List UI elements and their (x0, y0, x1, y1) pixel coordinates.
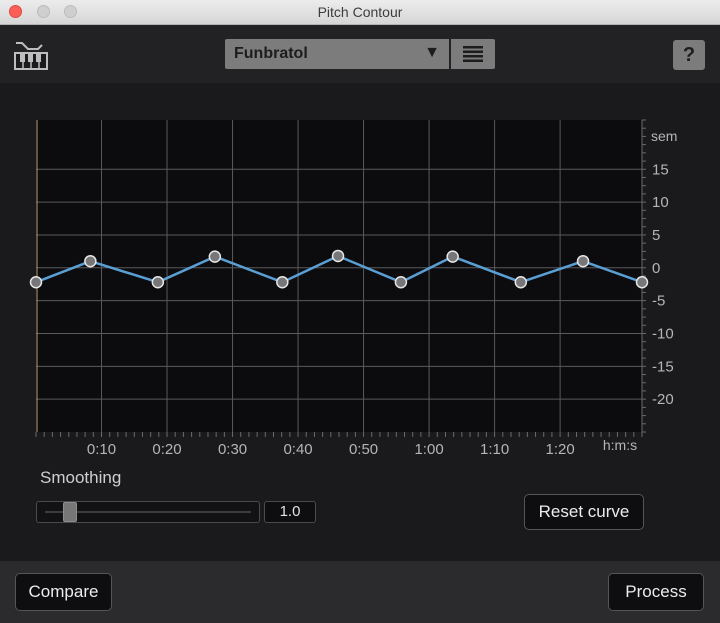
preset-menu-button[interactable] (451, 39, 495, 69)
curve-control-point[interactable] (276, 275, 289, 289)
x-tick-label: 0:20 (152, 441, 181, 458)
y-tick-label: 10 (652, 194, 669, 211)
curve-control-point[interactable] (576, 254, 590, 268)
y-tick-label: -10 (652, 325, 674, 342)
header-toolbar: Funbratol ▼ ? (0, 25, 720, 83)
x-tick-label: 0:10 (87, 441, 116, 458)
curve-control-point[interactable] (635, 275, 649, 289)
reset-curve-button[interactable]: Reset curve (524, 494, 644, 530)
x-unit-label: h:m:s (603, 437, 637, 453)
footer-bar: Compare Process (0, 561, 720, 623)
y-tick-label: 15 (652, 161, 669, 178)
slider-thumb[interactable] (63, 502, 77, 522)
y-tick-label: 0 (652, 260, 660, 277)
y-tick-label: -15 (652, 358, 674, 375)
x-tick-label: 0:30 (218, 441, 247, 458)
curve-control-point[interactable] (151, 275, 165, 289)
curve-control-point[interactable] (446, 250, 459, 263)
y-unit-label: sem (651, 128, 677, 144)
x-tick-label: 0:40 (283, 441, 312, 458)
piano-keys-icon[interactable] (14, 39, 48, 71)
preset-dropdown[interactable]: Funbratol ▼ (225, 39, 449, 69)
y-tick-label: -5 (652, 293, 665, 310)
pitch-contour-graph[interactable]: 15 10 5 0 -5 -10 -15 -20 sem 0:10 0:20 0:30 0:40 0:50… (0, 83, 720, 461)
x-tick-label: 0:50 (349, 441, 378, 458)
smoothing-label: Smoothing (40, 468, 122, 487)
x-tick-label: 1:20 (546, 441, 575, 458)
preset-value: Funbratol (234, 45, 308, 62)
curve-control-point[interactable] (84, 254, 97, 268)
title-bar: Pitch Contour (0, 0, 720, 25)
curve-control-point[interactable] (394, 275, 408, 289)
curve-control-point[interactable] (514, 275, 528, 289)
dropdown-arrow-icon: ▼ (424, 44, 440, 61)
x-tick-label: 1:00 (414, 441, 443, 458)
curve-control-point[interactable] (29, 275, 43, 289)
x-tick-label: 1:10 (480, 441, 509, 458)
list-menu-icon (463, 46, 483, 62)
window-title: Pitch Contour (317, 4, 403, 20)
curve-control-point[interactable] (208, 250, 222, 263)
plot-background (36, 120, 642, 432)
smoothing-value-field[interactable]: 1.0 (264, 501, 316, 523)
main-panel: 15 10 5 0 -5 -10 -15 -20 sem 0:10 0:20 0:30 0:40 0:50… (0, 83, 720, 561)
smoothing-slider[interactable] (36, 501, 260, 523)
compare-button[interactable]: Compare (15, 573, 112, 611)
process-button[interactable]: Process (608, 573, 704, 611)
y-tick-label: 5 (652, 227, 660, 244)
help-button[interactable]: ? (673, 40, 705, 70)
y-tick-label: -20 (652, 391, 674, 408)
curve-control-point[interactable] (331, 249, 345, 263)
